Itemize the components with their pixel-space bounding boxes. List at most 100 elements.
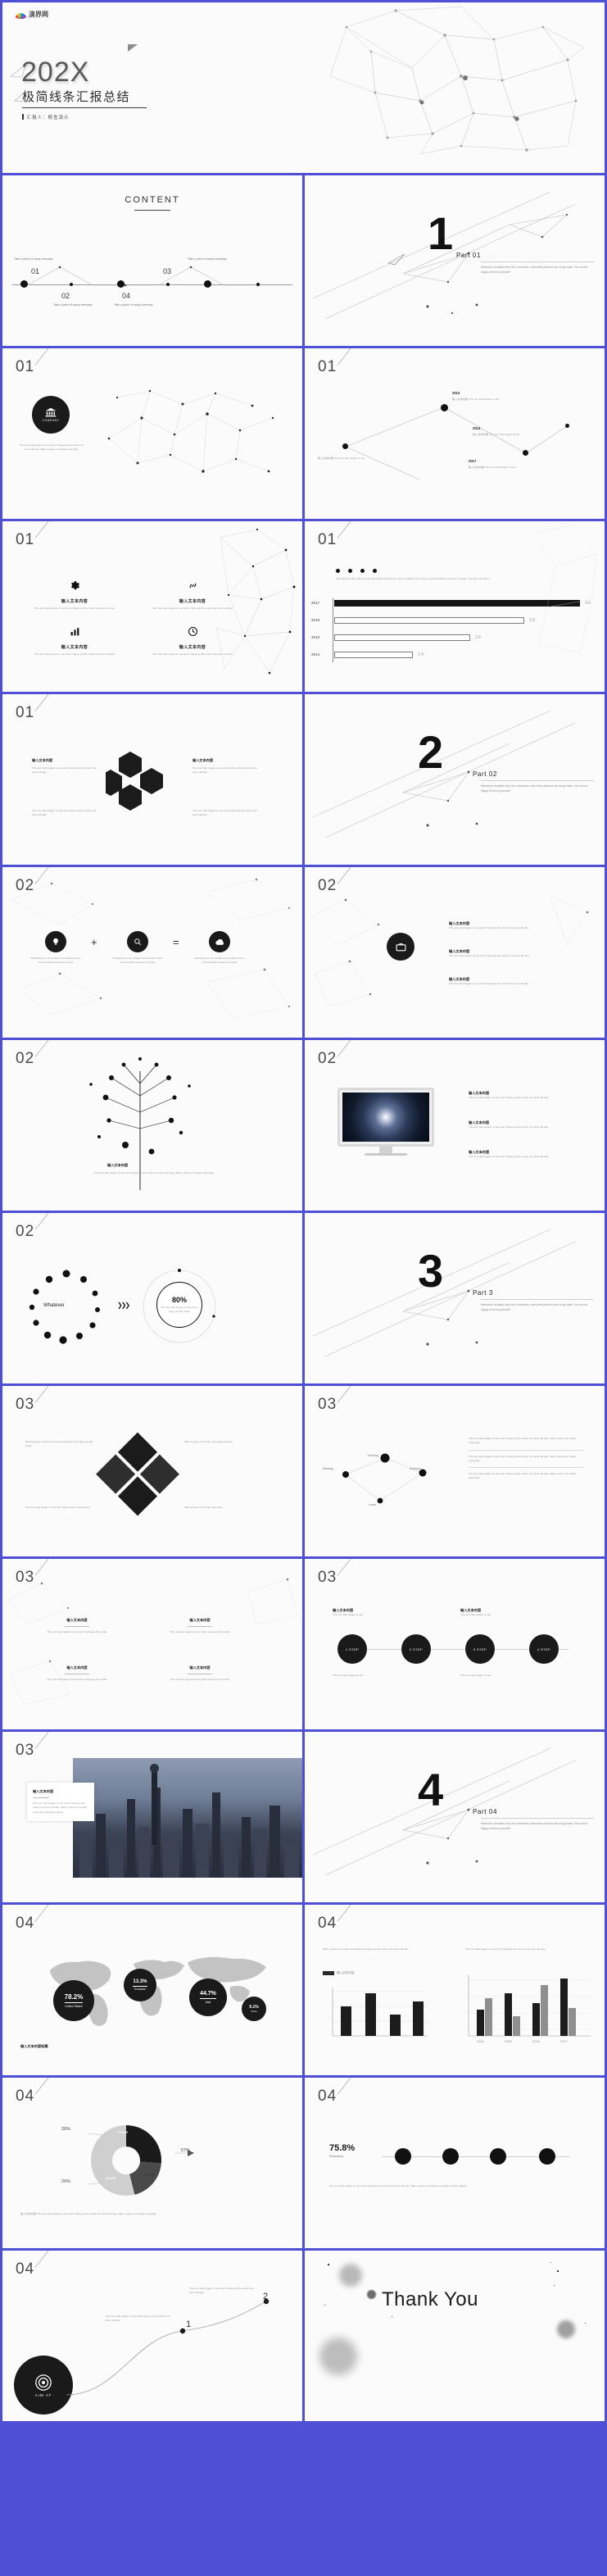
formula-cell[interactable]: Designing is not andless decoration but … bbox=[106, 931, 170, 965]
formula-cell[interactable]: Designing is not andless decoration but … bbox=[24, 931, 88, 965]
slide-03-bubbles[interactable]: 03 Meeting Thinking Analysis Learn The s… bbox=[305, 1386, 605, 1556]
skill-name: Photoshop bbox=[329, 2155, 344, 2158]
cell-divider bbox=[65, 1626, 89, 1627]
skill-node bbox=[442, 2148, 459, 2165]
search-badge[interactable] bbox=[127, 931, 148, 952]
pie-slice-label: Quest bbox=[106, 2176, 116, 2180]
percent-badge[interactable]: 80% The sun has begun to set and I hang … bbox=[156, 1282, 202, 1328]
icon-cell[interactable]: 输入文本内容 The sun has begun to set and I ha… bbox=[29, 626, 120, 656]
number-slash bbox=[34, 1040, 49, 1057]
list-item[interactable]: 输入文本内容 The sun has begun to set and I ha… bbox=[469, 1091, 583, 1100]
percent-sub: The sun has begun to set and I hang up t… bbox=[161, 1305, 198, 1313]
formula-cell[interactable]: Designing is not andless decoration but … bbox=[188, 931, 251, 965]
slide-04-aim[interactable]: 04 AIM AT 1 2 The sun has begun to set a… bbox=[2, 2251, 302, 2421]
slide-02-whatever[interactable]: 02 Whatever ❯❯❯ 80% The sun has begun to… bbox=[2, 1213, 302, 1383]
map-region-badge[interactable]: 13.3% European bbox=[124, 1969, 156, 2001]
slide-02-tree[interactable]: 02 输入文本内容 The sun has begun to set and I… bbox=[2, 1040, 302, 1211]
step-label: 3 STEP bbox=[473, 1647, 487, 1651]
slide-number: 02 bbox=[16, 1223, 35, 1240]
part-description: Memories, beautiful very hurt, memories,… bbox=[481, 784, 588, 793]
diagonal-lines-decoration bbox=[312, 710, 576, 838]
step-badge[interactable]: 4 STEP bbox=[529, 1634, 559, 1664]
svg-text:2015: 2015 bbox=[505, 2039, 513, 2043]
legend-label: 输入文本内容 bbox=[337, 1971, 355, 1974]
vertical-bar-chart-right: 2014 2015 2016 2017 bbox=[468, 1975, 591, 2043]
slide-part-02[interactable]: 2 Part 02 Memories, beautiful very hurt,… bbox=[305, 694, 605, 865]
text-cell[interactable]: 输入文本内容 The sun has begun to set and I ha… bbox=[32, 1618, 122, 1634]
slide-03-city[interactable]: 03 输入文本内容 The sun has begun to set and I bbox=[2, 1732, 302, 1902]
slide-03-steps[interactable]: 03 1 STEP 2 STEP 3 STEP 4 STEP 输入文本内容 Th… bbox=[305, 1559, 605, 1729]
map-region-badge[interactable]: 9.1% Africa bbox=[242, 1997, 266, 2021]
timeline-node bbox=[565, 424, 569, 428]
list-item[interactable]: 输入文本内容 The sun has begun to set and I ha… bbox=[449, 977, 555, 986]
map-region-badge[interactable]: 44.7% Asia bbox=[189, 1979, 227, 2016]
step-caption: The sun has begun to set bbox=[333, 1674, 423, 1678]
list-item[interactable]: 输入文本内容 The sun has begun to set and I ha… bbox=[469, 1120, 583, 1129]
bubble-label: Meeting bbox=[323, 1467, 333, 1470]
slide-02-list[interactable]: 02 输入文本内容 The sun has begun to set and I… bbox=[305, 867, 605, 1038]
slide-cover[interactable]: 演界网 WWW.YANJ.CN 202X 极简线条汇报总结 汇报人：鲸鱼演示 bbox=[2, 2, 605, 173]
monitor-base bbox=[365, 1153, 407, 1156]
list-item[interactable]: 输入文本内容 The sun has begun to set and I ha… bbox=[449, 921, 555, 930]
slide-01-icons[interactable]: 01 输入文本内容 The sun has begun to set and I… bbox=[2, 521, 302, 692]
company-badge[interactable]: COMPANY bbox=[32, 396, 70, 434]
briefcase-badge[interactable] bbox=[387, 933, 414, 961]
slide-01-company[interactable]: 01 COMPANY The sun has begun to set and … bbox=[2, 348, 302, 519]
slide-part-04[interactable]: 4 Part 04 Memories, beautiful very hurt,… bbox=[305, 1732, 605, 1902]
dandelion-decoration bbox=[89, 1057, 191, 1190]
slide-02-monitor[interactable]: 02 输入文本内容 The sun has begun to set and I… bbox=[305, 1040, 605, 1211]
map-region-badge[interactable]: 78.2% United States bbox=[53, 1980, 94, 2021]
cloud-badge[interactable] bbox=[209, 931, 230, 952]
slide-04-pie[interactable]: 04 Future Quest Dream 26% 20% 57% 输入文本内容 bbox=[2, 2078, 302, 2248]
aim-step-number: 2 bbox=[263, 2292, 269, 2301]
step-label: 4 STEP bbox=[537, 1647, 551, 1651]
slide-04-skill[interactable]: 04 75.8% Photoshop The sun has begun to … bbox=[305, 2078, 605, 2248]
slide-01-timeline[interactable]: 01 2013 输入文本内容 The sun has begun to set … bbox=[305, 348, 605, 519]
slide-03-diamond[interactable]: 03 Having went a piece of candy everyday… bbox=[2, 1386, 302, 1556]
diamond-label: Take a piece of candy everyday hang up bbox=[184, 1440, 233, 1443]
slide-04-map[interactable]: 04 78.2% United States 13.3% European 44… bbox=[2, 1905, 302, 2075]
bars2-lead: Take a piece of candy everyday and hang … bbox=[323, 1947, 410, 1951]
step-badge[interactable]: 3 STEP bbox=[465, 1634, 495, 1664]
step-badge[interactable]: 1 STEP bbox=[337, 1634, 367, 1664]
part-label: Part 3 bbox=[473, 1289, 493, 1297]
title-divider bbox=[22, 107, 147, 108]
step-caption-text: The sun has begun to set bbox=[460, 1613, 491, 1616]
cell-divider bbox=[188, 1626, 212, 1627]
slide-thank-you[interactable]: Thank You bbox=[305, 2251, 605, 2421]
icon-cell[interactable]: 输入文本内容 The sun has begun to set and I ha… bbox=[147, 580, 238, 611]
slide-01-bars[interactable]: 01 Only things with which a man identifi… bbox=[305, 521, 605, 692]
step-badge[interactable]: 2 STEP bbox=[401, 1634, 431, 1664]
slide-part-01[interactable]: 1 Part 01 Memories, beautiful very hurt,… bbox=[305, 175, 605, 346]
bar-category-label: 2015 bbox=[311, 635, 320, 639]
list-item[interactable]: 输入文本内容 The sun has begun to set and I ha… bbox=[469, 1150, 583, 1159]
text-cell[interactable]: 输入文本内容 The sun has begun to set and I ha… bbox=[155, 1618, 245, 1634]
slide-01-hex[interactable]: 01 输入文本内容 The sun has begun to set and I… bbox=[2, 694, 302, 865]
icon-cell[interactable]: 输入文本内容 The sun has begun to set and I ha… bbox=[147, 626, 238, 656]
icon-cell-text: The sun has begun to set and I hang up t… bbox=[34, 652, 115, 656]
hex-right-title: 输入文本内容 bbox=[193, 758, 214, 762]
polygon-mesh-decoration bbox=[329, 6, 585, 155]
list-item[interactable]: 输入文本内容 The sun has begun to set and I ha… bbox=[449, 949, 555, 958]
aim-badge[interactable]: AIM AT bbox=[14, 2356, 73, 2415]
lightbulb-badge[interactable] bbox=[45, 931, 66, 952]
icon-cell[interactable]: 输入文本内容 The sun has begun to set and I ha… bbox=[29, 580, 120, 611]
timeline-dot bbox=[70, 283, 73, 286]
slide-04-bars2[interactable]: 04 Take a piece of candy everyday and ha… bbox=[305, 1905, 605, 2075]
blur-circle bbox=[339, 2264, 362, 2287]
text-cell-text: The sun has begun to set and I hang up t… bbox=[170, 1678, 230, 1681]
text-cell[interactable]: 输入文本内容 The sun has begun to set and I ha… bbox=[155, 1665, 245, 1682]
slide-02-formula[interactable]: 02 Designing is not andless decoration b… bbox=[2, 867, 302, 1038]
bar-value-label: 3.5 bbox=[529, 618, 535, 623]
text-cell[interactable]: 输入文本内容 The sun has begun to set and I ha… bbox=[32, 1665, 122, 1682]
slide-part-03[interactable]: 3 Part 3 Memories, beautiful very hurt, … bbox=[305, 1213, 605, 1383]
pie-slice-value: 57% bbox=[181, 2148, 190, 2153]
text-cell-text: The sun has begun to set and I hang up t… bbox=[47, 1630, 107, 1633]
step-caption: 输入文本内容 The sun has begun to set bbox=[460, 1608, 550, 1617]
slide-03-four[interactable]: 03 输入文本内容 The sun has begun to set and I… bbox=[2, 1559, 302, 1729]
skill-node bbox=[539, 2148, 555, 2165]
bar-value-label: 2.5 bbox=[475, 635, 481, 640]
bar-row bbox=[334, 652, 413, 658]
slide-content[interactable]: CONTENT 01 Take a piece of candy everyda… bbox=[2, 175, 302, 346]
bar-row bbox=[334, 617, 524, 624]
